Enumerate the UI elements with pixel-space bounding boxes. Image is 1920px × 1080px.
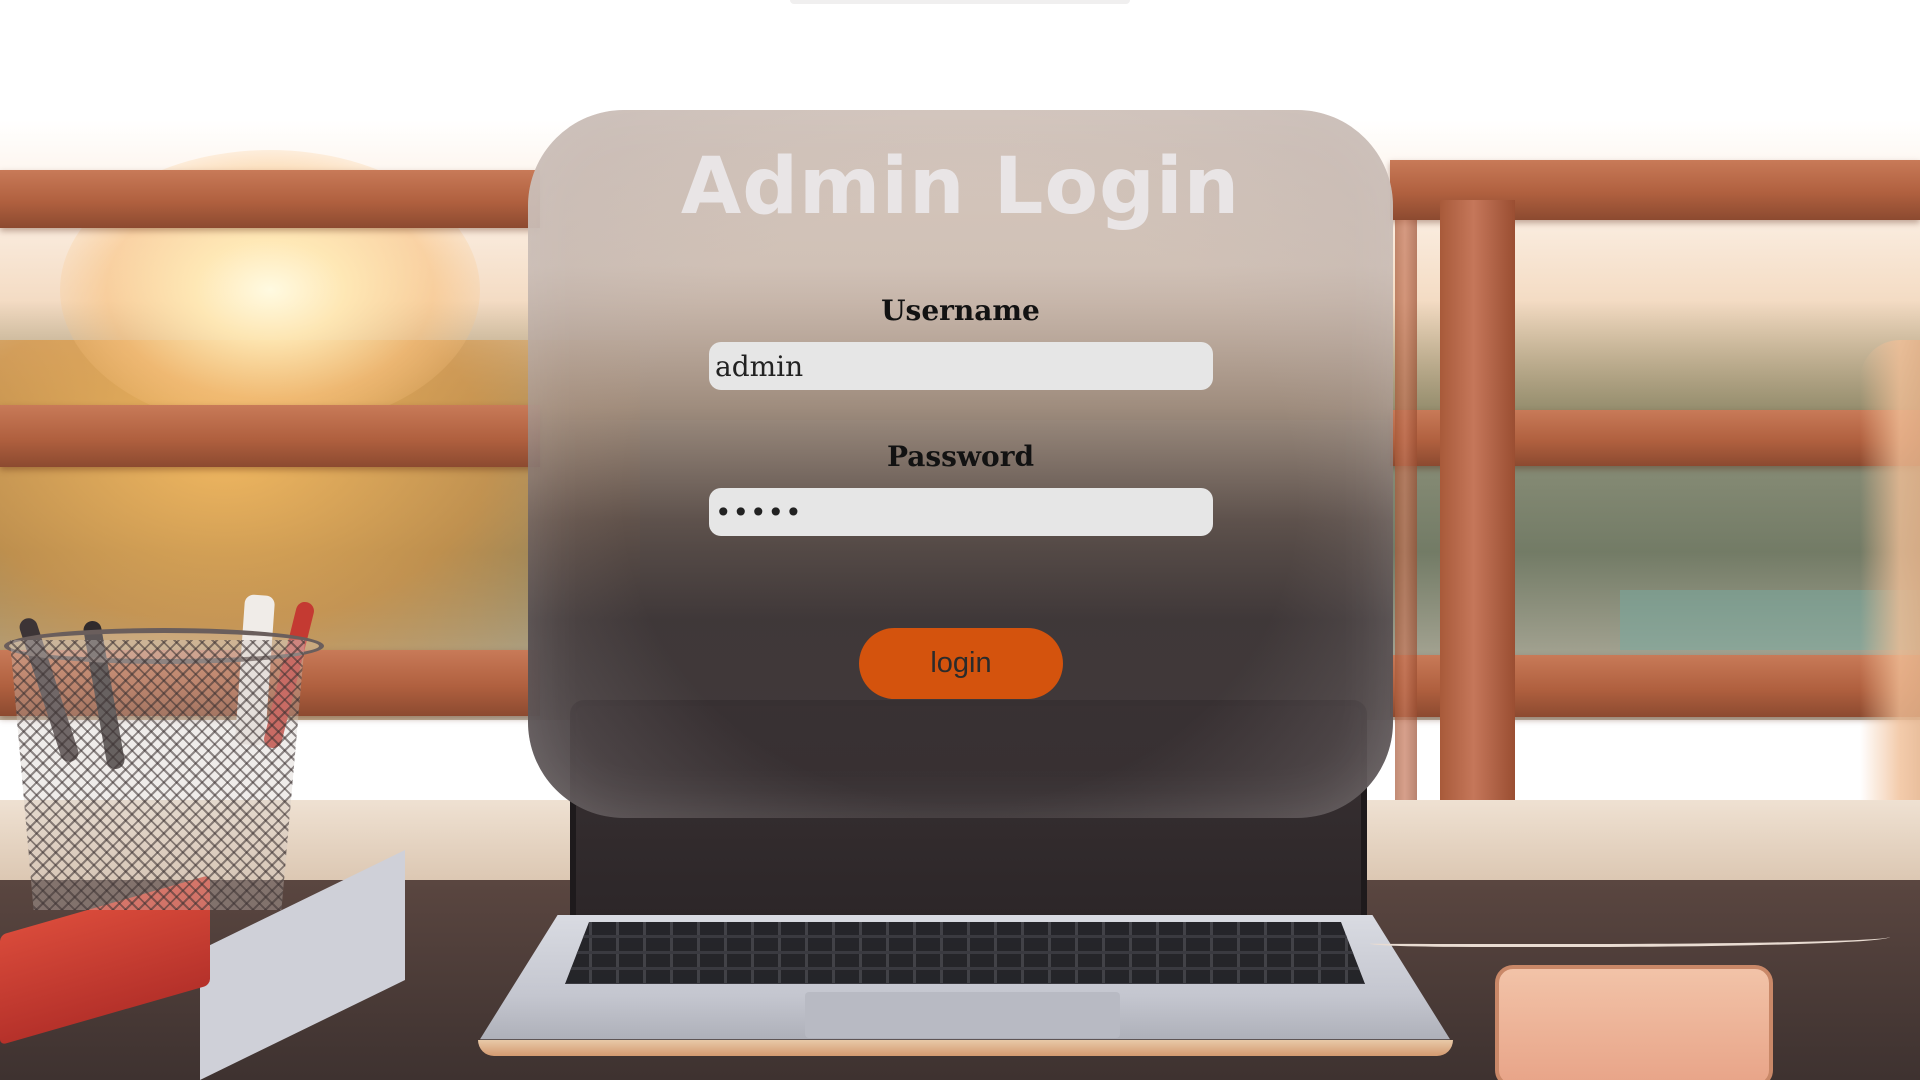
password-label: Password [886, 440, 1035, 473]
railing-post-near [1395, 220, 1417, 820]
smartphone [1495, 965, 1773, 1080]
username-field[interactable] [709, 342, 1213, 390]
pen-holder [10, 640, 305, 910]
railing-post [1440, 200, 1515, 820]
password-field[interactable] [709, 488, 1213, 536]
railing-top-left [0, 170, 540, 228]
page-title: Admin Login [680, 142, 1241, 232]
laptop-edge [478, 1040, 1453, 1056]
laptop-keyboard-rows [565, 922, 1365, 984]
login-button[interactable]: login [859, 628, 1063, 699]
username-label: Username [881, 294, 1040, 327]
railing-middle-left [0, 405, 540, 467]
top-edge-hint [790, 0, 1130, 4]
laptop-trackpad [805, 992, 1120, 1038]
